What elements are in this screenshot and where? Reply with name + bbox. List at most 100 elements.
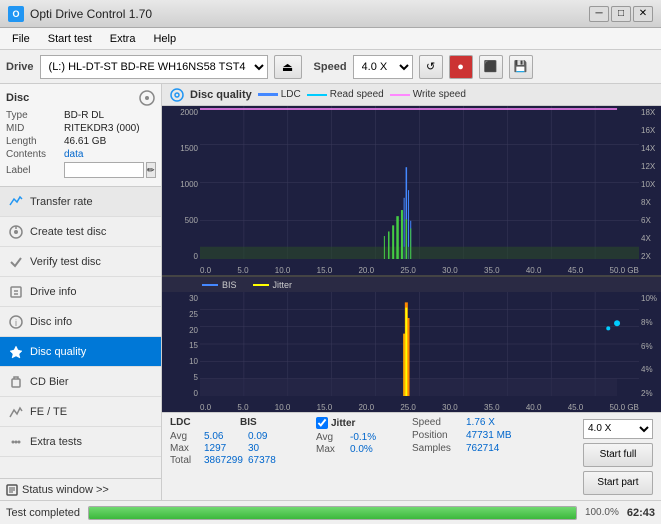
y-label-2000: 2000 (162, 108, 200, 117)
maximize-button[interactable]: □ (611, 6, 631, 22)
sidebar-item-cd-bier[interactable]: CD Bier (0, 367, 161, 397)
menu-help[interactable]: Help (145, 31, 184, 47)
jitter-max-label: Max (316, 444, 346, 455)
position-label: Position (412, 430, 462, 441)
app-title: Opti Drive Control 1.70 (30, 7, 152, 21)
x-label-top-30: 30.0 (442, 266, 458, 275)
speed-select-stats[interactable]: 4.0 X (583, 419, 653, 439)
x-label-bot-35: 35.0 (484, 403, 500, 412)
speed-label: Speed (314, 61, 347, 73)
x-label-bot-0: 0.0 (200, 403, 211, 412)
jitter-legend-label: Jitter (273, 280, 293, 290)
ldc-bis-headers: LDC BIS (170, 417, 310, 428)
x-label-bot-5: 5.0 (237, 403, 248, 412)
y-label-1500: 1500 (162, 144, 200, 153)
sidebar-item-verify-test-disc[interactable]: Verify test disc (0, 247, 161, 277)
x-label-bot-45: 45.0 (568, 403, 584, 412)
x-label-top-20: 20.0 (358, 266, 374, 275)
chart-title: Disc quality (190, 89, 252, 101)
length-label: Length (6, 136, 64, 147)
samples-label: Samples (412, 443, 462, 454)
jitter-max-value: 0.0% (350, 444, 373, 455)
start-part-button[interactable]: Start part (583, 471, 653, 495)
menu-bar: File Start test Extra Help (0, 28, 661, 50)
sidebar-item-drive-info[interactable]: Drive info (0, 277, 161, 307)
position-row: Position 47731 MB (412, 430, 532, 441)
total-label: Total (170, 455, 200, 466)
extra-tests-icon (8, 434, 24, 450)
content-area: Disc quality LDC Read speed Write speed … (162, 84, 661, 500)
x-label-top-0: 0.0 (200, 266, 211, 275)
drive-label: Drive (6, 61, 34, 73)
disc-contents-row: Contents data (6, 149, 155, 160)
type-value: BD-R DL (64, 110, 104, 121)
disc-panel-header: Disc (6, 90, 155, 106)
y-right-16x: 16X (639, 126, 661, 135)
x-label-bot-25: 25.0 (400, 403, 416, 412)
minimize-button[interactable]: ─ (589, 6, 609, 22)
jitter-max-row: Max 0.0% (316, 444, 406, 455)
sidebar-item-create-test-disc[interactable]: Create test disc (0, 217, 161, 247)
x-label-bot-10: 10.0 (275, 403, 291, 412)
legend-ldc: LDC (258, 89, 301, 100)
disc-panel: Disc Type BD-R DL MID RITEKDR3 (000) Len… (0, 84, 161, 187)
x-label-top-25: 25.0 (400, 266, 416, 275)
mid-label: MID (6, 123, 64, 134)
max-label: Max (170, 443, 200, 454)
sidebar-item-extra-tests[interactable]: Extra tests (0, 427, 161, 457)
y-right-2x: 2X (639, 252, 661, 261)
status-window-button[interactable]: Status window >> (0, 478, 161, 500)
y-label-0: 0 (162, 252, 200, 261)
label-input[interactable] (64, 162, 144, 178)
drive-icon-btn-1[interactable]: ↺ (419, 55, 443, 79)
top-chart-svg (200, 106, 639, 259)
drive-icon-btn-2[interactable]: ● (449, 55, 473, 79)
contents-value: data (64, 149, 83, 160)
disc-quality-label: Disc quality (30, 346, 86, 358)
drive-icon-btn-4[interactable]: 💾 (509, 55, 533, 79)
bis-legend: BIS (202, 280, 237, 290)
close-button[interactable]: ✕ (633, 6, 653, 22)
transfer-rate-label: Transfer rate (30, 196, 93, 208)
x-label-top-45: 45.0 (568, 266, 584, 275)
jitter-header-row: Jitter (316, 417, 406, 429)
eject-button[interactable]: ⏏ (274, 55, 302, 79)
y-bot-0: 0 (162, 389, 200, 398)
menu-extra[interactable]: Extra (102, 31, 144, 47)
drive-select[interactable]: (L:) HL-DT-ST BD-RE WH16NS58 TST4 (40, 55, 268, 79)
start-full-button[interactable]: Start full (583, 443, 653, 467)
create-test-disc-icon (8, 224, 24, 240)
y-bot-25: 25 (162, 310, 200, 319)
max-row: Max 1297 30 (170, 443, 310, 454)
y-right-14x: 14X (639, 144, 661, 153)
sidebar-item-fe-te[interactable]: FE / TE (0, 397, 161, 427)
bottom-status-bar: Test completed 100.0% 62:43 (0, 500, 661, 524)
stats-bar: LDC BIS Avg 5.06 0.09 Max 1297 30 Total … (162, 412, 661, 500)
progress-bar-fill (89, 507, 576, 519)
menu-file[interactable]: File (4, 31, 38, 47)
charts-area: 2000 1500 1000 500 0 18X 16X 14X 12X 10X… (162, 106, 661, 412)
drive-bar: Drive (L:) HL-DT-ST BD-RE WH16NS58 TST4 … (0, 50, 661, 84)
bottom-chart: 30 25 20 15 10 5 0 10% 8% 6% 4% 2% (162, 292, 661, 412)
menu-start-test[interactable]: Start test (40, 31, 100, 47)
label-edit-button[interactable]: ✏ (146, 162, 156, 178)
y-right-4x: 4X (639, 234, 661, 243)
sidebar-item-transfer-rate[interactable]: Transfer rate (0, 187, 161, 217)
disc-length-row: Length 46.61 GB (6, 136, 155, 147)
avg-bis-value: 0.09 (248, 431, 267, 442)
avg-row: Avg 5.06 0.09 (170, 431, 310, 442)
max-bis-value: 30 (248, 443, 259, 454)
progress-bar-container (88, 506, 577, 520)
legend-read-speed-label: Read speed (330, 89, 384, 100)
y-bot-30: 30 (162, 294, 200, 303)
title-bar: O Opti Drive Control 1.70 ─ □ ✕ (0, 0, 661, 28)
drive-icon-btn-3[interactable]: ⬛ (479, 55, 503, 79)
sidebar-item-disc-info[interactable]: i Disc info (0, 307, 161, 337)
sidebar-item-disc-quality[interactable]: Disc quality (0, 337, 161, 367)
speed-select[interactable]: 4.0 X (353, 55, 413, 79)
x-label-top-50: 50.0 GB (610, 266, 639, 275)
samples-row: Samples 762714 (412, 443, 532, 454)
extra-tests-label: Extra tests (30, 436, 82, 448)
ldc-header: LDC (170, 417, 210, 428)
jitter-checkbox[interactable] (316, 417, 328, 429)
